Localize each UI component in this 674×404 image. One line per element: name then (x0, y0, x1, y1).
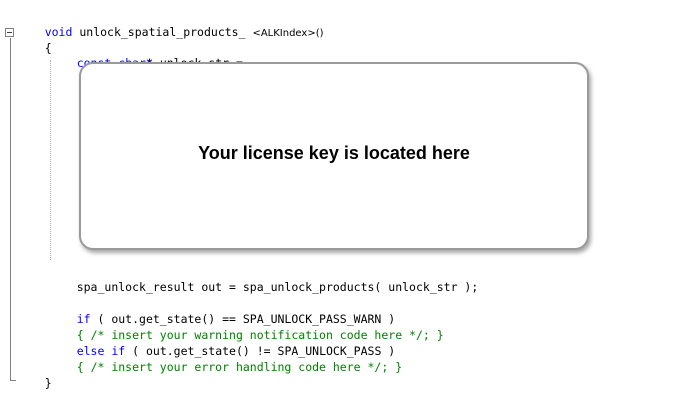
code-line-open-brace: { (17, 27, 52, 55)
error-comment: /* insert your error handling code here … (90, 360, 382, 374)
function-parens: () (315, 28, 324, 39)
license-key-callout: Your license key is located here (79, 62, 589, 250)
template-args: <ALKIndex> (252, 28, 316, 39)
close-brace: } (44, 376, 52, 390)
fold-collapse-icon[interactable] (5, 28, 14, 37)
result-statement: spa_unlock_result out = spa_unlock_produ… (76, 280, 479, 294)
code-line-result: spa_unlock_result out = spa_unlock_produ… (49, 266, 479, 294)
code-line-error-body: { /* insert your error handling code her… (49, 346, 402, 374)
callout-text: Your license key is located here (198, 142, 470, 163)
error-body-open: { (76, 360, 91, 374)
warn-body-close: ; } (422, 328, 444, 342)
error-body-close: ; } (381, 360, 403, 374)
code-line-declaration: const char* unlock_str = (49, 42, 243, 70)
function-name: unlock_spatial_products_ (79, 25, 246, 39)
code-editor[interactable]: void unlock_spatial_products_ <ALKIndex>… (0, 0, 674, 400)
code-line-else-if: else if ( out.get_state() != SPA_UNLOCK_… (49, 330, 396, 358)
code-line-if-warn: if ( out.get_state() == SPA_UNLOCK_PASS_… (49, 298, 396, 326)
code-line-close-brace: } (17, 362, 52, 390)
code-line-warn-body: { /* insert your warning notification co… (49, 314, 444, 342)
indent-guide (50, 60, 51, 260)
fold-guide-line (10, 38, 11, 381)
code-line-signature: void unlock_spatial_products_ <ALKIndex>… (17, 11, 324, 39)
fold-guide-end (10, 380, 16, 381)
